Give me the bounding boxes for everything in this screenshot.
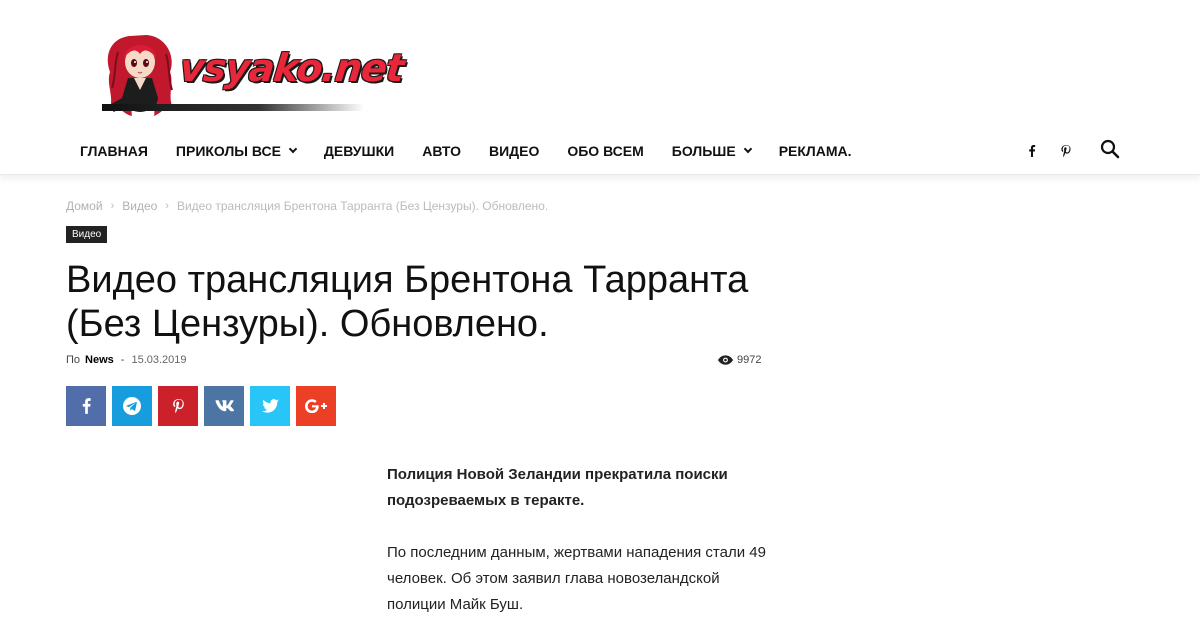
article-lead: Полиция Новой Зеландии прекратила поиски… bbox=[387, 466, 728, 509]
view-count-value: 9972 bbox=[737, 354, 762, 366]
share-vk-button[interactable] bbox=[204, 386, 244, 426]
nav-item-label: ВИДЕО bbox=[488, 143, 540, 159]
site-logo[interactable]: vsyako.net bbox=[100, 32, 406, 120]
publish-date: 15.03.2019 bbox=[131, 354, 187, 366]
nav-item-more[interactable]: БОЛЬШЕ bbox=[658, 128, 765, 174]
share-twitter-button[interactable] bbox=[250, 386, 290, 426]
google-plus-icon bbox=[305, 399, 327, 413]
share-facebook-button[interactable] bbox=[66, 386, 106, 426]
view-count: 9972 bbox=[718, 354, 761, 366]
share-pinterest-button[interactable] bbox=[158, 386, 198, 426]
twitter-icon bbox=[261, 399, 279, 413]
nav-item-girls[interactable]: ДЕВУШКИ bbox=[310, 128, 408, 174]
breadcrumb-separator-icon: › bbox=[165, 200, 169, 212]
nav-item-label: БОЛЬШЕ bbox=[671, 143, 736, 159]
facebook-icon[interactable] bbox=[1021, 128, 1043, 174]
nav-item-label: РЕКЛАМА. bbox=[778, 143, 852, 159]
logo-underline bbox=[102, 104, 364, 111]
chevron-down-icon bbox=[743, 144, 752, 154]
nav-item-auto[interactable]: АВТО bbox=[408, 128, 475, 174]
nav-item-jokes[interactable]: ПРИКОЛЫ ВСЕ bbox=[162, 128, 310, 174]
nav-item-advertising[interactable]: РЕКЛАМА. bbox=[765, 128, 866, 174]
search-icon[interactable] bbox=[1100, 139, 1122, 161]
nav-item-video[interactable]: ВИДЕО bbox=[475, 128, 553, 174]
meta-separator: - bbox=[120, 354, 125, 366]
breadcrumb-separator-icon: › bbox=[110, 200, 115, 212]
author-link[interactable]: News bbox=[85, 354, 114, 366]
pinterest-icon[interactable] bbox=[1055, 128, 1077, 174]
breadcrumb-current: Видео трансляция Брентона Тарранта (Без … bbox=[176, 199, 549, 213]
article-body: Полиция Новой Зеландии прекратила поиски… bbox=[387, 462, 767, 630]
facebook-icon bbox=[82, 398, 91, 414]
author-prefix: По bbox=[66, 354, 81, 366]
pinterest-icon bbox=[172, 399, 184, 413]
nav-item-about-everything[interactable]: ОБО ВСЕМ bbox=[553, 128, 657, 174]
breadcrumb-category-link[interactable]: Видео bbox=[122, 199, 157, 213]
nav-item-label: ГЛАВНАЯ bbox=[80, 143, 148, 159]
share-buttons bbox=[66, 386, 336, 426]
share-google-plus-button[interactable] bbox=[296, 386, 336, 426]
article-meta: По News - 15.03.2019 bbox=[66, 354, 187, 366]
nav-item-label: ДЕВУШКИ bbox=[323, 143, 395, 159]
nav-item-home[interactable]: ГЛАВНАЯ bbox=[66, 128, 162, 174]
breadcrumb-home-link[interactable]: Домой bbox=[66, 199, 103, 213]
category-badge[interactable]: Видео bbox=[66, 226, 108, 243]
article-paragraph: По последним данным, жертвами нападения … bbox=[387, 544, 766, 613]
article-title: Видео трансляция Брентона Тарранта (Без … bbox=[66, 259, 749, 345]
main-navigation: ГЛАВНАЯ ПРИКОЛЫ ВСЕ ДЕВУШКИ АВТО ВИДЕО О… bbox=[0, 128, 1200, 175]
eye-icon bbox=[718, 355, 733, 365]
main-menu: ГЛАВНАЯ ПРИКОЛЫ ВСЕ ДЕВУШКИ АВТО ВИДЕО О… bbox=[66, 128, 866, 174]
share-telegram-button[interactable] bbox=[112, 386, 152, 426]
logo-text: vsyako.net bbox=[177, 46, 406, 90]
chevron-down-icon bbox=[288, 144, 298, 154]
telegram-icon bbox=[123, 397, 141, 415]
breadcrumb: Домой › Видео › Видео трансляция Брентон… bbox=[66, 199, 548, 213]
nav-item-label: АВТО bbox=[422, 143, 461, 159]
nav-item-label: ПРИКОЛЫ ВСЕ bbox=[175, 143, 281, 159]
nav-item-label: ОБО ВСЕМ bbox=[567, 143, 644, 159]
vk-icon bbox=[215, 400, 234, 412]
